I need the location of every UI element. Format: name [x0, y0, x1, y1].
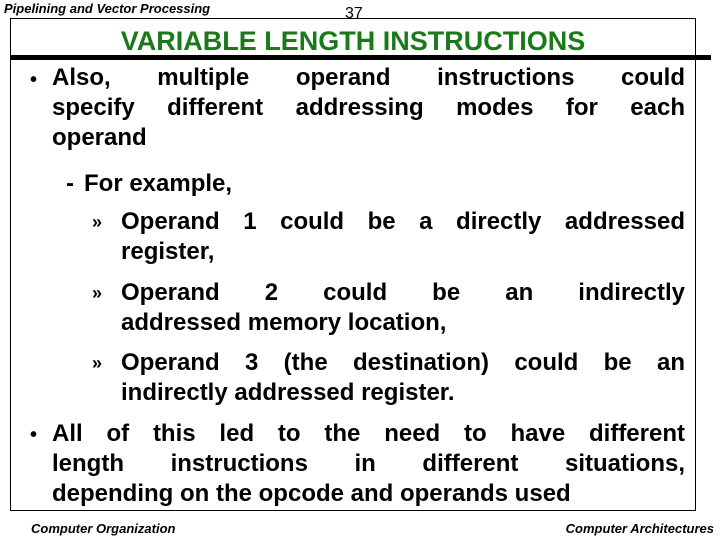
bullet-line: depending on the opcode and operands use…: [52, 480, 571, 507]
bullet-line: indirectly addressed register.: [121, 379, 455, 406]
header-section-title: Pipelining and Vector Processing: [4, 1, 211, 16]
bullet-item: Operand 2 could be an indirectly address…: [121, 278, 685, 338]
bullet-line: addressed memory location,: [121, 309, 447, 336]
bullet-level3-marker: »: [92, 283, 103, 303]
bullet-line: Also, multiple operand instructions coul…: [52, 64, 685, 91]
bullet-item: For example,: [84, 169, 685, 199]
bullet-line: Operand 2 could be an indirectly: [121, 279, 685, 306]
bullet-level3-marker: »: [92, 212, 103, 232]
bullet-level1-marker: •: [30, 69, 38, 91]
bullet-line: specify different addressing modes for e…: [52, 94, 685, 121]
bullet-line: length instructions in different situati…: [52, 450, 685, 477]
bullet-line: Operand 1 could be a directly addressed: [121, 208, 685, 235]
footer-left-label: Computer Organization: [31, 521, 176, 536]
bullet-item: Operand 1 could be a directly addressed …: [121, 207, 685, 267]
bullet-level2-marker: -: [66, 170, 74, 197]
bullet-level3-marker: »: [92, 353, 103, 373]
bullet-item: All of this led to the need to have diff…: [52, 419, 685, 509]
bullet-level1-marker: •: [30, 424, 38, 446]
bullet-line: operand: [52, 124, 147, 151]
bullet-line: register,: [121, 238, 215, 265]
slide-title: VARIABLE LENGTH INSTRUCTIONS: [120, 26, 586, 56]
bullet-line: All of this led to the need to have diff…: [52, 420, 685, 447]
footer-right-label: Computer Architectures: [565, 521, 714, 536]
bullet-line: Operand 3 (the destination) could be an: [121, 349, 685, 376]
bullet-line: For example,: [84, 170, 233, 197]
bullet-item: Also, multiple operand instructions coul…: [52, 63, 685, 153]
bullet-item: Operand 3 (the destination) could be an …: [121, 348, 685, 408]
